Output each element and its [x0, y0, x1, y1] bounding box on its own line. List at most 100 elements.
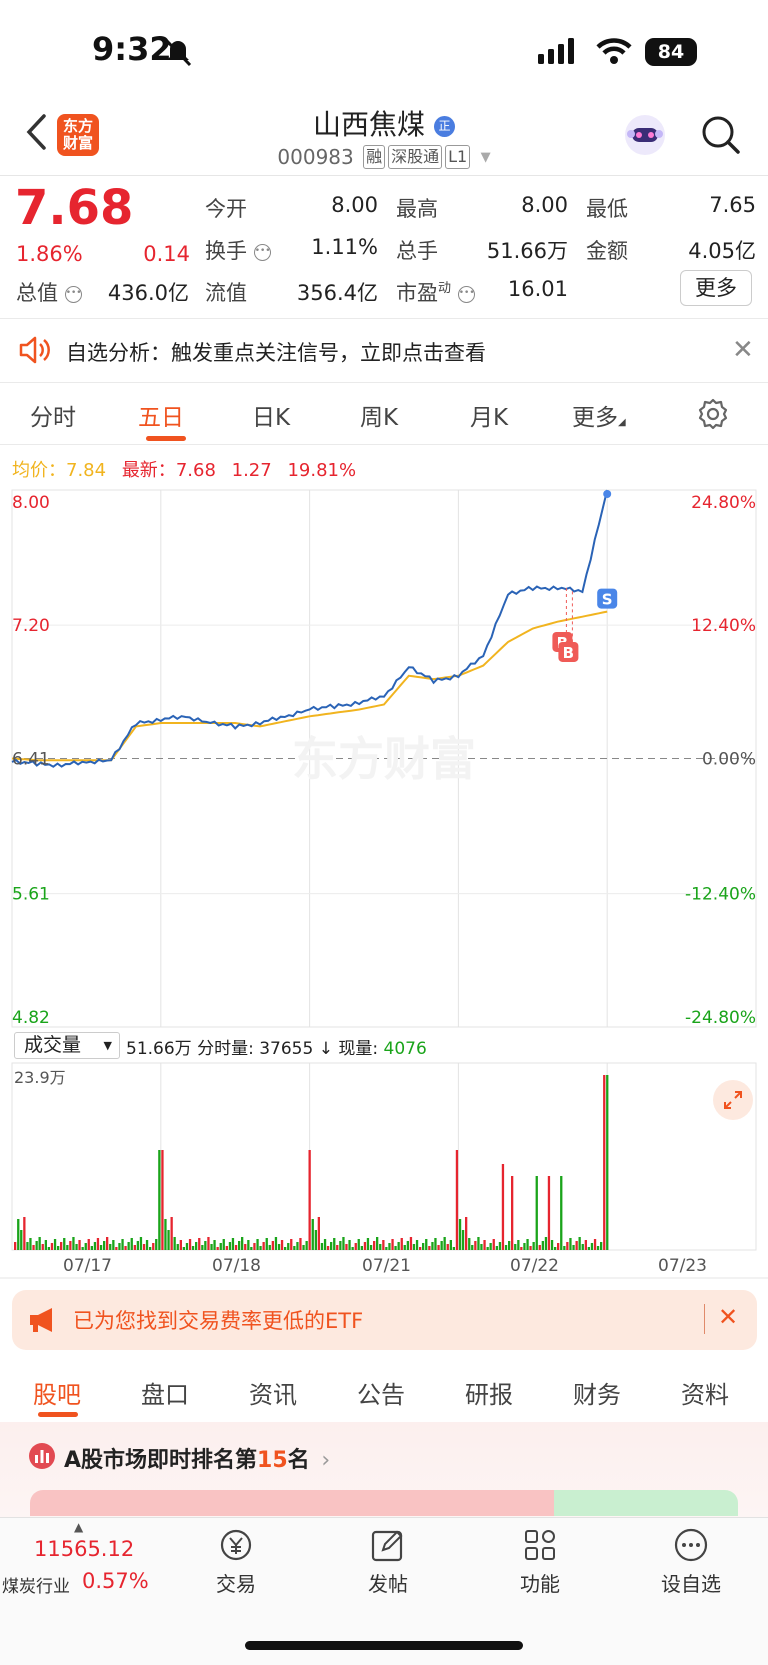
- volume-bar: [241, 1237, 244, 1250]
- post-edit-icon[interactable]: [370, 1527, 406, 1563]
- chevron-right-icon: ›: [321, 1448, 331, 1473]
- tab-research[interactable]: 研报: [465, 1375, 513, 1410]
- volume-bar: [477, 1237, 480, 1250]
- volume-bar: [578, 1237, 581, 1250]
- tab-profile[interactable]: 资料: [681, 1375, 729, 1410]
- rank-progress-bar: [30, 1490, 738, 1516]
- industry-name[interactable]: 煤炭行业: [2, 1572, 70, 1597]
- volume-bar: [299, 1238, 302, 1250]
- volume-bar: [207, 1237, 210, 1250]
- volume-bar: [603, 1075, 606, 1250]
- volume-bar: [238, 1241, 241, 1250]
- volume-bar: [84, 1243, 87, 1250]
- volume-bar: [90, 1246, 93, 1250]
- volume-bar: [425, 1239, 428, 1250]
- percent-tick-label: 0.00%: [702, 750, 756, 770]
- expand-button[interactable]: [713, 1080, 753, 1120]
- rank-text[interactable]: A股市场即时排名第15名 ›: [64, 1442, 330, 1474]
- volume-info: 51.66万 分时量: 37655 ↓ 现量: 4076: [126, 1034, 427, 1059]
- volume-bar: [465, 1217, 468, 1250]
- volume-bar: [176, 1244, 179, 1250]
- industry-index-value[interactable]: 11565.12: [34, 1537, 134, 1561]
- volume-bar: [274, 1237, 278, 1250]
- industry-change: 0.57%: [82, 1569, 149, 1593]
- active-tab-indicator: [38, 1412, 78, 1417]
- volume-bar: [333, 1238, 336, 1250]
- etf-close-icon[interactable]: ✕: [718, 1303, 738, 1331]
- percent-tick-label: -24.80%: [685, 1008, 756, 1028]
- price-tick-label: 6.41: [12, 750, 50, 770]
- nav-functions[interactable]: 功能: [504, 1568, 576, 1597]
- volume-bar: [296, 1242, 299, 1250]
- volume-bar: [517, 1240, 520, 1250]
- volume-bar: [161, 1150, 164, 1250]
- volume-bar: [511, 1176, 514, 1250]
- volume-bar: [412, 1244, 416, 1250]
- volume-bar: [351, 1247, 354, 1250]
- down-arrow-icon: ↓: [318, 1039, 333, 1059]
- bar-chart-icon: [29, 1443, 55, 1469]
- divider: [704, 1304, 705, 1334]
- volume-bar: [596, 1246, 600, 1250]
- volume-bar: [195, 1242, 198, 1250]
- volume-bar: [93, 1242, 97, 1250]
- volume-tick-label: 23.9万: [14, 1068, 66, 1087]
- volume-bar: [14, 1242, 17, 1250]
- nav-add-watchlist[interactable]: 设自选: [646, 1568, 736, 1597]
- home-indicator: [245, 1641, 523, 1650]
- more-dots-icon[interactable]: [673, 1527, 709, 1563]
- etf-text[interactable]: 已为您找到交易费率更低的ETF: [73, 1305, 363, 1335]
- vol-minute-value: 37655: [259, 1039, 314, 1059]
- volume-bar: [96, 1238, 100, 1250]
- volume-bar: [480, 1244, 483, 1250]
- expand-icon: [724, 1091, 742, 1109]
- volume-bar: [284, 1247, 287, 1250]
- volume-bar: [185, 1243, 189, 1250]
- nav-post[interactable]: 发帖: [352, 1568, 424, 1597]
- volume-bar: [330, 1242, 333, 1250]
- volume-bar: [247, 1240, 250, 1250]
- volume-indicator-select[interactable]: 成交量 ▼: [14, 1032, 120, 1059]
- vol-minute-label: 分时量:: [197, 1039, 254, 1059]
- volume-bar: [191, 1246, 195, 1250]
- tab-forum[interactable]: 股吧: [33, 1375, 81, 1410]
- chevron-down-icon: ▼: [103, 1039, 112, 1052]
- tab-news[interactable]: 资讯: [249, 1375, 297, 1410]
- tab-finance[interactable]: 财务: [573, 1375, 621, 1410]
- volume-bar: [357, 1239, 360, 1250]
- volume-bar: [366, 1238, 370, 1250]
- volume-bar: [115, 1247, 118, 1250]
- tab-orderbook[interactable]: 盘口: [141, 1375, 189, 1410]
- volume-bar: [78, 1240, 81, 1250]
- volume-bar: [422, 1243, 425, 1250]
- price-tick-label: 7.20: [12, 616, 50, 636]
- volume-plot-frame: [11, 1062, 757, 1251]
- price-tick-label: 5.61: [12, 885, 50, 905]
- volume-bar: [133, 1245, 136, 1250]
- megaphone-icon: [30, 1308, 52, 1332]
- volume-bar: [121, 1239, 124, 1250]
- tab-announcements[interactable]: 公告: [357, 1375, 405, 1410]
- volume-bar: [590, 1243, 594, 1250]
- volume-bar: [320, 1243, 324, 1250]
- rank-prefix: A股市场即时排名第: [64, 1448, 258, 1473]
- trade-yen-icon[interactable]: [217, 1527, 255, 1563]
- five-day-chart[interactable]: 东方财富 SBB 8.007.206.415.614.8224.80%12.40…: [0, 0, 768, 1280]
- volume-bar: [290, 1239, 293, 1250]
- nav-trade[interactable]: 交易: [200, 1568, 272, 1597]
- volume-bar: [495, 1246, 498, 1250]
- volume-bar: [529, 1246, 532, 1250]
- volume-bar: [326, 1246, 330, 1250]
- volume-bar: [106, 1237, 109, 1250]
- volume-bar: [35, 1241, 38, 1250]
- volume-bar: [461, 1230, 465, 1250]
- trade-marker-label: S: [602, 591, 613, 609]
- percent-tick-label: 12.40%: [691, 616, 756, 636]
- volume-bar: [471, 1245, 474, 1250]
- functions-grid-icon[interactable]: [522, 1527, 558, 1563]
- volume-bar: [440, 1241, 443, 1250]
- volume-bar: [514, 1244, 517, 1250]
- volume-bar: [38, 1237, 41, 1250]
- volume-bar: [336, 1245, 339, 1250]
- latest-price-dot: [603, 490, 612, 498]
